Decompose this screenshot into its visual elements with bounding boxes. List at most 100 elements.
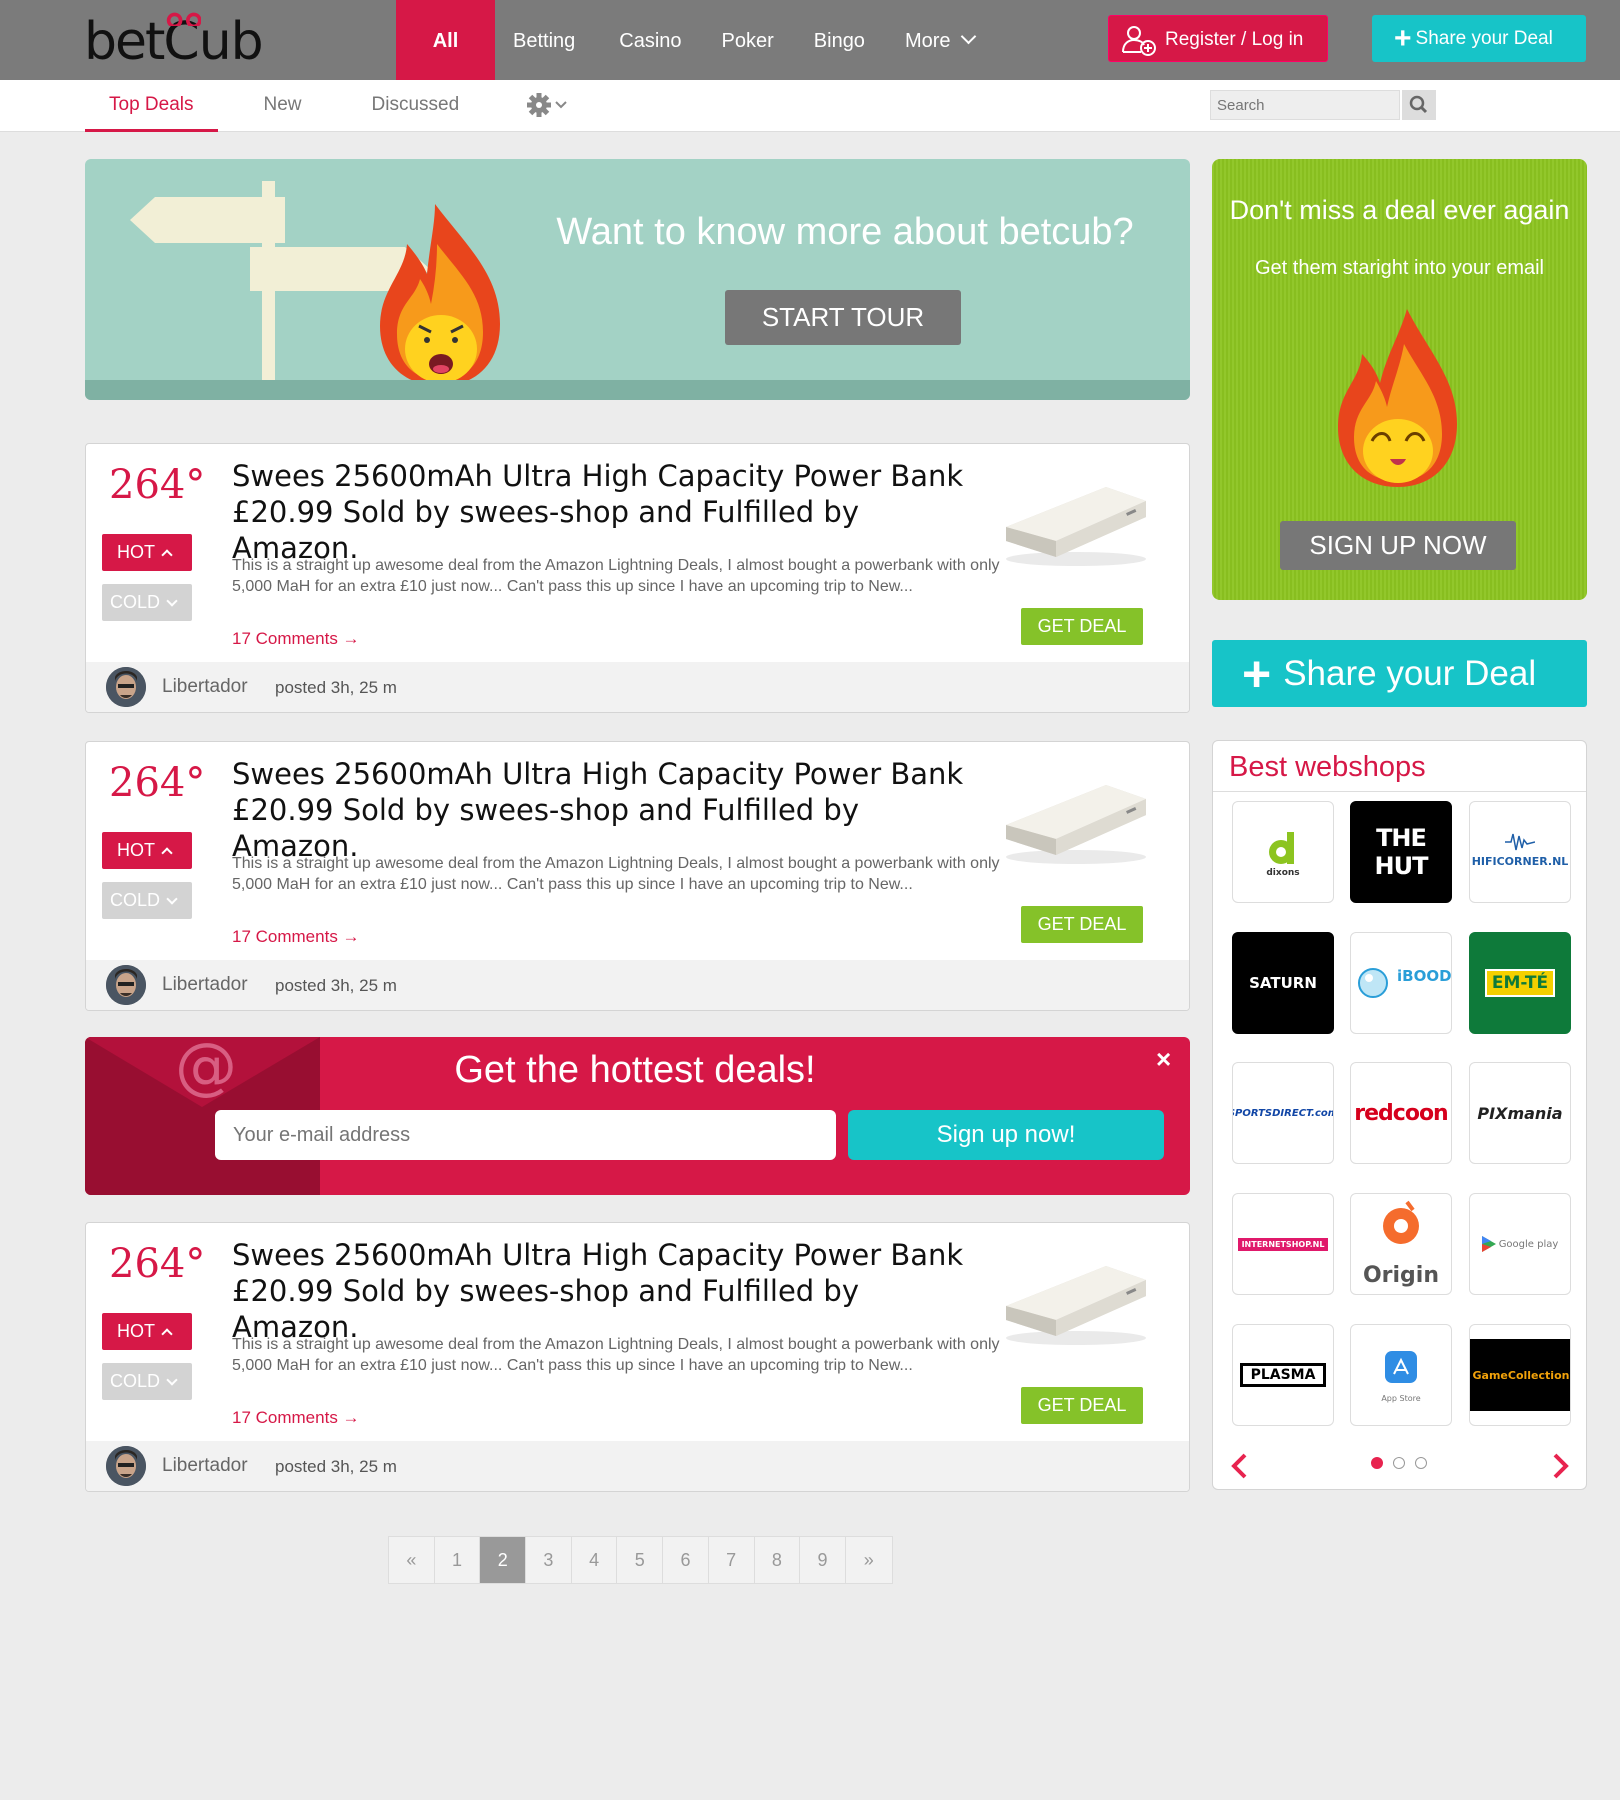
pagination-page[interactable]: 1: [435, 1537, 481, 1583]
deal-comments-link[interactable]: 17 Comments →: [232, 1408, 360, 1428]
cold-label: COLD: [110, 592, 161, 612]
webshop-google-play[interactable]: Google play: [1469, 1193, 1571, 1295]
logo-ears-icon: [166, 12, 201, 26]
avatar[interactable]: [106, 965, 146, 1005]
pagination-page[interactable]: 4: [572, 1537, 618, 1583]
pagination-next[interactable]: »: [846, 1537, 892, 1583]
deal-footer: Libertador posted 3h, 25 m: [86, 960, 1189, 1010]
pagination-prev[interactable]: «: [389, 1537, 435, 1583]
carousel-dot[interactable]: [1393, 1457, 1405, 1469]
search-icon: [1409, 95, 1428, 114]
share-deal-button-top[interactable]: + Share your Deal: [1372, 15, 1586, 62]
webshop-sportsdirect[interactable]: SPORTSDIRECT.com: [1232, 1062, 1334, 1164]
webshop-hificorner[interactable]: HIFICORNER.NL: [1469, 801, 1571, 903]
nav-item-poker[interactable]: Poker: [702, 0, 794, 80]
tab-new[interactable]: New: [240, 80, 326, 132]
webshop-redcoon[interactable]: redcoon: [1350, 1062, 1452, 1164]
search-button[interactable]: [1402, 90, 1436, 120]
deal-posted-time: posted 3h, 25 m: [275, 678, 397, 697]
vote-cold-button[interactable]: COLD: [102, 1363, 192, 1400]
signup-subtext: Get them staright into your email: [1254, 257, 1544, 279]
vote-cold-button[interactable]: COLD: [102, 584, 192, 621]
deal-description: This is a straight up awesome deal from …: [232, 1336, 1000, 1374]
tab-label: Top Deals: [109, 94, 194, 115]
deal-comments-link[interactable]: 17 Comments →: [232, 629, 360, 649]
deal-title[interactable]: Swees 25600mAh Ultra High Capacity Power…: [232, 756, 992, 864]
user-avatar-icon: [106, 1446, 146, 1486]
webshop-origin[interactable]: Origin: [1350, 1193, 1452, 1295]
deal-author[interactable]: Libertador: [162, 1455, 248, 1477]
webshop-plasma[interactable]: PLASMA: [1232, 1324, 1334, 1426]
carousel-dot[interactable]: [1371, 1457, 1383, 1469]
pagination-page[interactable]: 5: [617, 1537, 664, 1583]
tab-label: New: [263, 94, 302, 115]
close-icon[interactable]: ×: [1156, 1044, 1171, 1075]
deal-author[interactable]: Libertador: [162, 974, 248, 996]
share-label: Share your Deal: [1415, 28, 1553, 49]
shop-name: PIXmania: [1477, 1103, 1563, 1123]
webshop-saturn[interactable]: SATURN: [1232, 932, 1334, 1034]
tab-discussed[interactable]: Discussed: [348, 80, 484, 132]
email-field[interactable]: [215, 1110, 836, 1160]
pagination-page[interactable]: 7: [709, 1537, 755, 1583]
tab-top-deals[interactable]: Top Deals: [85, 80, 218, 132]
pagination-page-current[interactable]: 2: [480, 1537, 527, 1583]
origin-logo-icon: [1383, 1200, 1419, 1244]
deal-title[interactable]: Swees 25600mAh Ultra High Capacity Power…: [232, 1237, 992, 1345]
deal-title[interactable]: Swees 25600mAh Ultra High Capacity Power…: [232, 458, 992, 566]
webshop-dixons[interactable]: dixons: [1232, 801, 1334, 903]
google-play-icon: [1481, 1236, 1496, 1252]
hot-label: HOT: [117, 1321, 155, 1341]
pagination-page[interactable]: 8: [755, 1537, 801, 1583]
nav-item-betting[interactable]: Betting: [495, 0, 595, 80]
webshop-internetshop[interactable]: INTERNETSHOP.NL: [1232, 1193, 1334, 1295]
sign-up-now-button[interactable]: SIGN UP NOW: [1280, 521, 1516, 570]
deal-card: 264° HOT COLD Swees 25600mAh Ultra High …: [85, 443, 1190, 713]
search-input[interactable]: [1210, 90, 1400, 120]
carousel-dot[interactable]: [1415, 1457, 1427, 1469]
pagination-page[interactable]: 3: [526, 1537, 572, 1583]
nav-item-more[interactable]: More: [885, 0, 994, 80]
get-deal-button[interactable]: GET DEAL: [1021, 1387, 1143, 1424]
register-login-button[interactable]: Register / Log in: [1108, 15, 1328, 62]
carousel-prev-arrow-icon[interactable]: [1227, 1451, 1251, 1481]
plus-icon: +: [1394, 22, 1412, 55]
settings-gear-icon[interactable]: [526, 92, 572, 118]
webshop-app-store[interactable]: App Store: [1350, 1324, 1452, 1426]
newsletter-signup-button[interactable]: Sign up now!: [848, 1110, 1164, 1160]
shop-name: Origin: [1362, 1263, 1440, 1288]
webshop-em-te[interactable]: EM-TÉ: [1469, 932, 1571, 1034]
carousel-next-arrow-icon[interactable]: [1549, 1451, 1573, 1481]
start-tour-button[interactable]: START TOUR: [725, 290, 961, 345]
share-deal-button[interactable]: + Share your Deal: [1212, 640, 1587, 707]
top-navigation-bar: betcub betCub All Betting Casino Poker B…: [0, 0, 1620, 80]
shop-name: dixons: [1266, 868, 1300, 878]
shop-name: HIFICORNER.NL: [1471, 854, 1569, 868]
vote-hot-button[interactable]: HOT: [102, 832, 192, 869]
get-deal-button[interactable]: GET DEAL: [1021, 906, 1143, 943]
shop-name: App Store: [1381, 1394, 1421, 1403]
deal-author[interactable]: Libertador: [162, 676, 248, 698]
vote-hot-button[interactable]: HOT: [102, 1313, 192, 1350]
chevron-down-icon: [166, 893, 178, 905]
gamecollection-logo: GameCollection: [1470, 1339, 1570, 1411]
user-avatar-icon: [106, 965, 146, 1005]
get-deal-button[interactable]: GET DEAL: [1021, 608, 1143, 645]
betcub-logo[interactable]: betcub betCub: [84, 12, 264, 68]
nav-item-all[interactable]: All: [396, 0, 495, 80]
webshop-the-hut[interactable]: THE HUT: [1350, 801, 1452, 903]
pagination-page[interactable]: 9: [800, 1537, 846, 1583]
webshop-gamecollection[interactable]: GameCollection: [1469, 1324, 1571, 1426]
app-store-icon: [1385, 1351, 1417, 1383]
avatar[interactable]: [106, 667, 146, 707]
nav-item-casino[interactable]: Casino: [595, 0, 701, 80]
pagination-page[interactable]: 6: [663, 1537, 709, 1583]
deal-comments-link[interactable]: 17 Comments →: [232, 927, 360, 947]
vote-hot-button[interactable]: HOT: [102, 534, 192, 571]
webshop-ibood[interactable]: iBOOD: [1350, 932, 1452, 1034]
webshop-pixmania[interactable]: PIXmania: [1469, 1062, 1571, 1164]
avatar[interactable]: [106, 1446, 146, 1486]
happy-flame-mascot-icon: [1338, 309, 1457, 487]
nav-item-bingo[interactable]: Bingo: [794, 0, 885, 80]
vote-cold-button[interactable]: COLD: [102, 882, 192, 919]
